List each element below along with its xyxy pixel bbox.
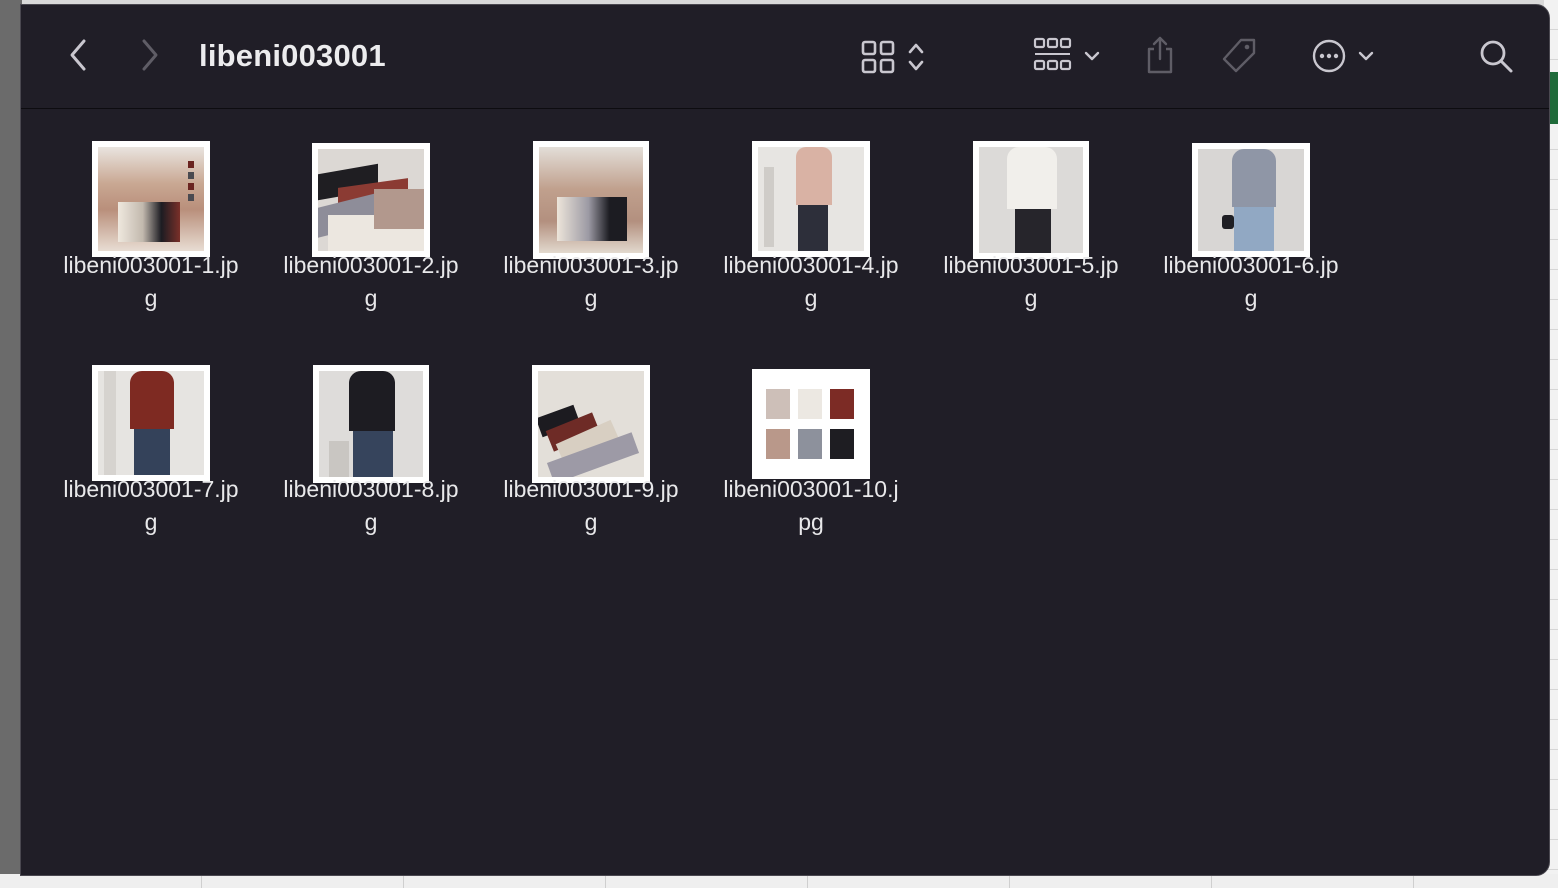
search-button[interactable] <box>1475 35 1517 77</box>
search-icon <box>1478 38 1514 74</box>
file-thumbnail <box>1192 143 1310 257</box>
file-name: libeni003001-7.jp g <box>63 476 239 535</box>
toolbar: libeni003001 <box>21 5 1549 109</box>
chevron-down-icon <box>1357 50 1375 62</box>
file-thumbnail <box>973 141 1089 259</box>
file-name: libeni003001-9.jp g <box>503 476 679 535</box>
share-button[interactable] <box>1141 33 1179 77</box>
group-by-icon <box>1033 37 1073 75</box>
file-name: libeni003001-8.jp g <box>283 476 459 535</box>
ellipsis-circle-icon <box>1311 38 1347 74</box>
file-thumbnail <box>532 365 650 483</box>
finder-window: libeni003001 libeni003001-1.jp g libeni0… <box>20 4 1550 876</box>
window-title: libeni003001 <box>199 38 386 73</box>
group-by-button[interactable] <box>1029 35 1105 77</box>
background-spreadsheet-bottom <box>0 874 1558 888</box>
more-actions-button[interactable] <box>1305 35 1381 77</box>
chevron-down-icon <box>1083 50 1101 62</box>
file-thumbnail <box>312 143 430 257</box>
file-thumbnail <box>533 141 649 259</box>
chevron-right-icon <box>140 38 160 72</box>
view-mode-button[interactable] <box>853 37 933 77</box>
back-button[interactable] <box>61 35 95 75</box>
file-name: libeni003001-4.jp g <box>723 252 899 311</box>
file-name: libeni003001-1.jp g <box>63 252 239 311</box>
share-icon <box>1144 35 1176 75</box>
file-thumbnail <box>752 141 870 257</box>
up-down-chevron-icon <box>907 40 925 74</box>
grid-view-icon <box>861 40 895 74</box>
tag-button[interactable] <box>1217 35 1261 77</box>
file-name: libeni003001-5.jp g <box>943 252 1119 311</box>
file-name: libeni003001-10.j pg <box>723 476 899 535</box>
background-cell-highlight <box>1550 72 1558 124</box>
file-name: libeni003001-2.jp g <box>283 252 459 311</box>
tag-icon <box>1219 36 1259 76</box>
chevron-left-icon <box>68 38 88 72</box>
file-thumbnail <box>92 365 210 481</box>
forward-button[interactable] <box>133 35 167 75</box>
file-name: libeni003001-3.jp g <box>503 252 679 311</box>
file-thumbnail <box>752 369 870 479</box>
background-app-edge <box>0 0 22 888</box>
file-thumbnail <box>313 365 429 483</box>
file-thumbnail <box>92 141 210 257</box>
file-name: libeni003001-6.jp g <box>1163 252 1339 311</box>
